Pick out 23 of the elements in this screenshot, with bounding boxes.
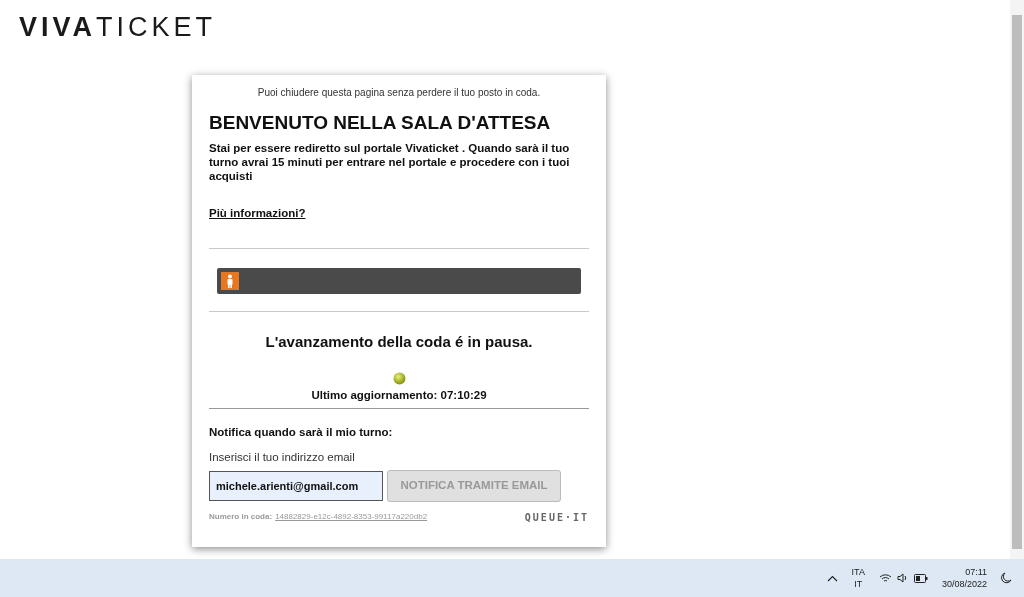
last-update-text: Ultimo aggiornamento: 07:10:29 (311, 387, 487, 403)
clock-date[interactable]: 30/08/2022 (941, 578, 987, 590)
intro-text: Stai per essere rediretto sul portale Vivaticket . Quando sarà il tuo turno avrai 15 minuti per entrare nel portale e procedere con i tuoi acquisti (209, 140, 571, 183)
keyboard-layout-text[interactable]: IT (854, 578, 863, 590)
page-title: BENVENUTO NELLA SALA D'ATTESA (209, 111, 552, 135)
scrollbar-thumb[interactable] (1012, 15, 1022, 549)
logo: VIVATICKET (19, 14, 217, 41)
battery-icon[interactable] (913, 573, 928, 583)
queue-number-label: Numero in coda: (209, 511, 273, 524)
wifi-icon[interactable] (878, 573, 892, 583)
notify-heading: Notifica quando sarà il mio turno: (209, 425, 393, 438)
queue-status-text: L'avanzamento della coda é in pausa. (265, 332, 533, 352)
status-light-icon (392, 371, 406, 385)
language-text[interactable]: ITA (851, 566, 865, 578)
notice-text: Puoi chiudere questa pagina senza perdere il tuo posto in coda. (257, 86, 541, 100)
speaker-icon[interactable] (896, 573, 909, 583)
chevron-up-icon[interactable] (826, 574, 838, 582)
more-info-link[interactable]: Più informazioni? (209, 204, 306, 222)
moon-icon[interactable] (1001, 572, 1012, 584)
brand-logo: QUEUE·IT (524, 510, 589, 525)
clock-time[interactable]: 07:11 (965, 566, 987, 578)
email-label: Inserisci il tuo indirizzo email (209, 450, 355, 463)
email-field[interactable]: michele.arienti@gmail.com (209, 470, 383, 501)
